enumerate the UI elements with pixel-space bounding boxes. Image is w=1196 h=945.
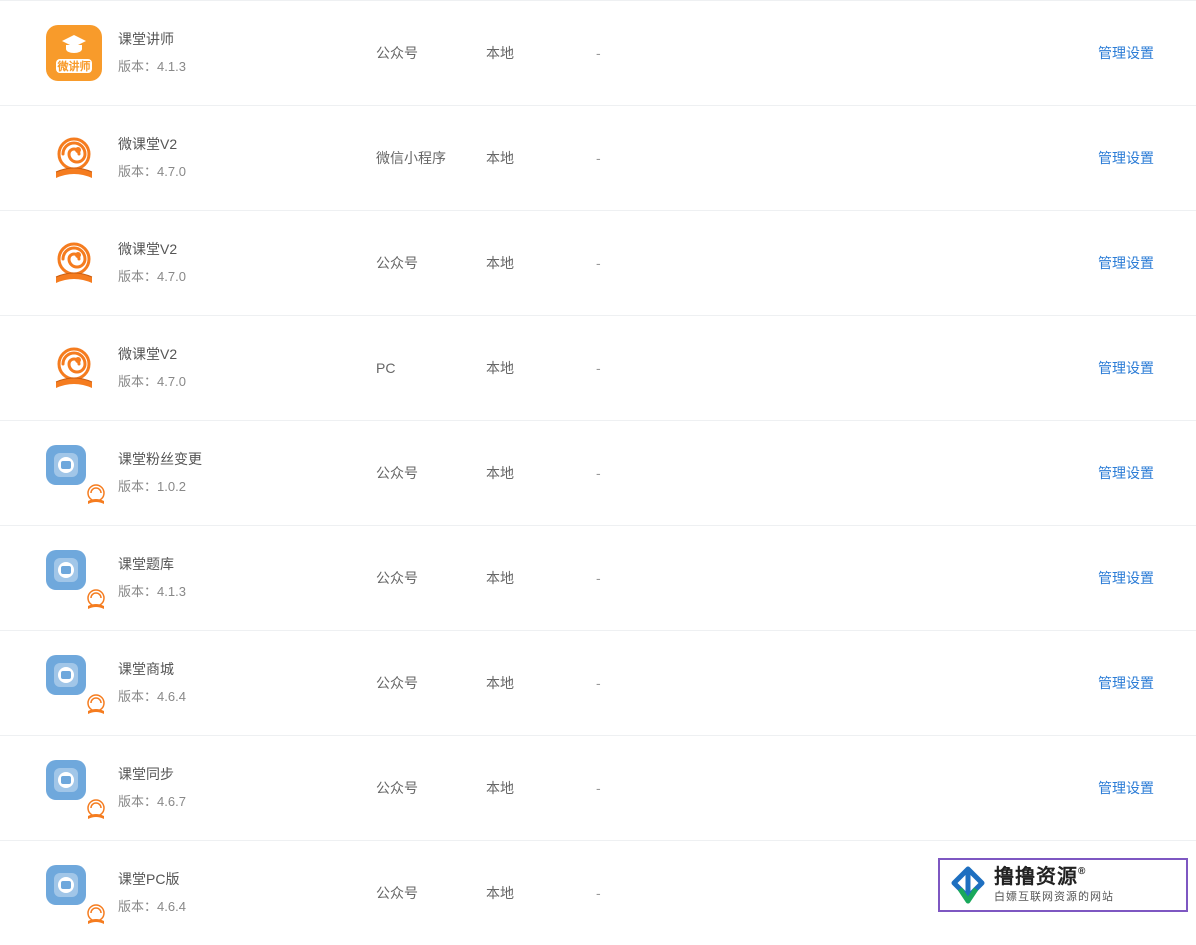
app-version: 版本：4.6.4 [118,897,186,918]
app-name: 课堂同步 [118,763,186,785]
app-version: 版本：4.7.0 [118,162,186,183]
app-type: 公众号 [376,568,486,588]
manage-settings-link[interactable]: 管理设置 [1098,675,1154,691]
app-extra: - [596,675,1066,691]
app-name: 微课堂V2 [118,343,186,365]
app-icon-blue [46,760,86,800]
table-row: 课堂同步 版本：4.6.7 公众号 本地 - 管理设置 [0,735,1196,840]
app-version: 版本：4.1.3 [118,57,186,78]
app-extra: - [596,150,1066,166]
app-icon-blue [46,655,86,695]
app-location: 本地 [486,463,596,483]
app-type: 公众号 [376,253,486,273]
badge-icon [84,588,108,612]
table-row: 课堂商城 版本：4.6.4 公众号 本地 - 管理设置 [0,630,1196,735]
app-extra: - [596,255,1066,271]
manage-settings-link[interactable]: 管理设置 [1098,45,1154,61]
app-type: PC [376,360,486,376]
app-extra: - [596,45,1066,61]
table-row: 微课堂V2 版本：4.7.0 公众号 本地 - 管理设置 [0,210,1196,315]
app-location: 本地 [486,358,596,378]
app-type: 公众号 [376,883,486,903]
app-name: 课堂粉丝变更 [118,448,202,470]
app-type: 微信小程序 [376,148,486,168]
app-version: 版本：4.7.0 [118,372,186,393]
table-row: 课堂讲师 版本：4.1.3 公众号 本地 - 管理设置 [0,0,1196,105]
table-row: 课堂粉丝变更 版本：1.0.2 公众号 本地 - 管理设置 [0,420,1196,525]
app-icon-weijiangshi [46,25,102,81]
watermark-subtitle: 白嫖互联网资源的网站 [994,888,1114,904]
badge-icon [84,693,108,717]
app-name: 课堂商城 [118,658,186,680]
app-icon-weiketang [46,130,102,186]
app-icon-blue [46,445,86,485]
app-version: 版本：1.0.2 [118,477,202,498]
watermark-title: 撸撸资源® [994,866,1114,888]
manage-settings-link[interactable]: 管理设置 [1098,570,1154,586]
app-version: 版本：4.6.4 [118,687,186,708]
app-location: 本地 [486,148,596,168]
manage-settings-link[interactable]: 管理设置 [1098,360,1154,376]
app-version: 版本：4.6.7 [118,792,186,813]
app-type: 公众号 [376,778,486,798]
app-location: 本地 [486,43,596,63]
app-location: 本地 [486,883,596,903]
app-icon-weiketang [46,340,102,396]
manage-settings-link[interactable]: 管理设置 [1098,255,1154,271]
app-location: 本地 [486,253,596,273]
app-name: 微课堂V2 [118,133,186,155]
app-location: 本地 [486,778,596,798]
app-type: 公众号 [376,43,486,63]
table-row: 课堂题库 版本：4.1.3 公众号 本地 - 管理设置 [0,525,1196,630]
table-row: 微课堂V2 版本：4.7.0 PC 本地 - 管理设置 [0,315,1196,420]
manage-settings-link[interactable]: 管理设置 [1098,465,1154,481]
app-name: 课堂讲师 [118,28,186,50]
badge-icon [84,798,108,822]
app-extra: - [596,570,1066,586]
module-list: 课堂讲师 版本：4.1.3 公众号 本地 - 管理设置 微课堂V2 版本：4.7… [0,0,1196,945]
manage-settings-link[interactable]: 管理设置 [1098,150,1154,166]
table-row: 微课堂V2 版本：4.7.0 微信小程序 本地 - 管理设置 [0,105,1196,210]
app-name: 课堂题库 [118,553,186,575]
app-version: 版本：4.1.3 [118,582,186,603]
app-name: 微课堂V2 [118,238,186,260]
app-location: 本地 [486,673,596,693]
badge-icon [84,483,108,507]
app-extra: - [596,360,1066,376]
app-name: 课堂PC版 [118,868,186,890]
watermark-logo-icon [948,865,988,905]
app-extra: - [596,780,1066,796]
app-icon-blue [46,550,86,590]
manage-settings-link[interactable]: 管理设置 [1098,780,1154,796]
app-type: 公众号 [376,463,486,483]
app-extra: - [596,465,1066,481]
app-type: 公众号 [376,673,486,693]
app-icon-blue [46,865,86,905]
app-icon-weiketang [46,235,102,291]
watermark-badge: 撸撸资源® 白嫖互联网资源的网站 [938,858,1188,912]
app-location: 本地 [486,568,596,588]
badge-icon [84,903,108,927]
app-version: 版本：4.7.0 [118,267,186,288]
